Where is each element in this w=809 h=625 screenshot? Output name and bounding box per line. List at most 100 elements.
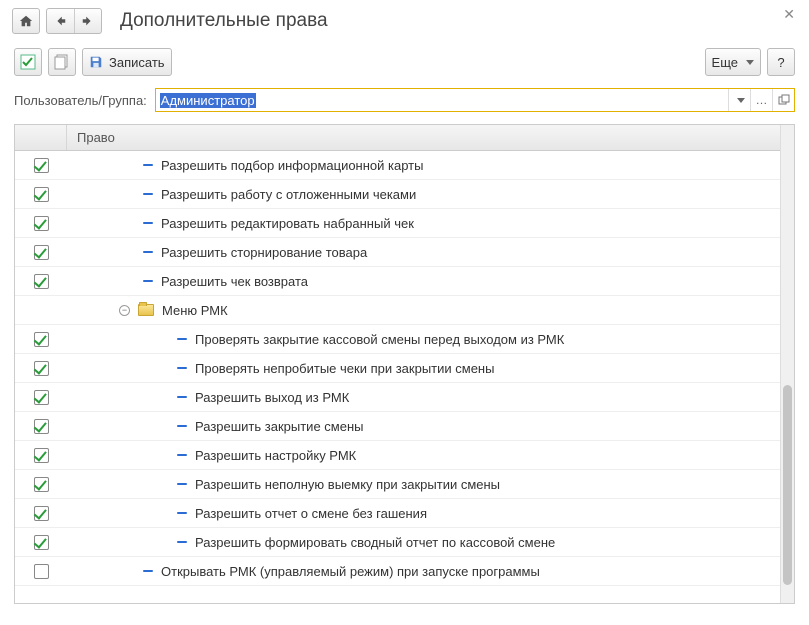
ellipsis-icon: … [756, 93, 768, 107]
home-icon [19, 14, 33, 28]
table-row[interactable]: Разрешить выход из РМК [15, 383, 780, 412]
back-button[interactable] [47, 9, 75, 33]
window-header: Дополнительные права ✕ [0, 0, 809, 44]
arrow-right-icon [81, 14, 95, 28]
right-label: Разрешить сторнирование товара [161, 245, 367, 260]
right-cell: Разрешить неполную выемку при закрытии с… [67, 477, 780, 492]
question-icon: ? [777, 55, 784, 70]
user-group-row: Пользователь/Группа: Администратор … [0, 80, 809, 120]
right-label: Разрешить закрытие смены [195, 419, 363, 434]
checkbox[interactable] [34, 419, 49, 434]
table-row[interactable]: Разрешить сторнирование товара [15, 238, 780, 267]
check-sheet-icon [20, 54, 36, 70]
right-cell: Проверять закрытие кассовой смены перед … [67, 332, 780, 347]
table-row[interactable]: Разрешить редактировать набранный чек [15, 209, 780, 238]
right-label: Разрешить формировать сводный отчет по к… [195, 535, 555, 550]
item-marker-icon [143, 222, 153, 224]
home-button[interactable] [12, 8, 40, 34]
checkbox[interactable] [34, 477, 49, 492]
table-row[interactable]: Разрешить неполную выемку при закрытии с… [15, 470, 780, 499]
table-row[interactable]: Разрешить формировать сводный отчет по к… [15, 528, 780, 557]
checkbox[interactable] [34, 245, 49, 260]
close-button[interactable]: ✕ [783, 6, 795, 23]
checkbox-cell [15, 274, 67, 289]
right-label: Проверять закрытие кассовой смены перед … [195, 332, 564, 347]
checkbox[interactable] [34, 361, 49, 376]
forward-button[interactable] [75, 9, 102, 33]
checkbox[interactable] [34, 564, 49, 579]
tree-collapse-icon[interactable]: − [119, 305, 130, 316]
item-marker-icon [143, 280, 153, 282]
checkbox[interactable] [34, 535, 49, 550]
item-marker-icon [177, 483, 187, 485]
table-row[interactable]: Проверять закрытие кассовой смены перед … [15, 325, 780, 354]
right-label: Разрешить выход из РМК [195, 390, 349, 405]
table-row[interactable]: Открывать РМК (управляемый режим) при за… [15, 557, 780, 586]
checkbox[interactable] [34, 448, 49, 463]
sheets-icon [54, 54, 70, 70]
rights-table: Право Разрешить подбор информационной ка… [14, 124, 795, 604]
table-row[interactable]: Проверять непробитые чеки при закрытии с… [15, 354, 780, 383]
item-marker-icon [177, 454, 187, 456]
checkbox[interactable] [34, 158, 49, 173]
help-button[interactable]: ? [767, 48, 795, 76]
checkbox-cell [15, 564, 67, 579]
user-group-input[interactable]: Администратор [156, 89, 728, 111]
checkbox[interactable] [34, 332, 49, 347]
item-marker-icon [143, 164, 153, 166]
scrollbar[interactable] [780, 125, 794, 603]
open-button[interactable] [772, 89, 794, 111]
table-row[interactable]: Разрешить работу с отложенными чеками [15, 180, 780, 209]
user-group-label: Пользователь/Группа: [14, 93, 147, 108]
checkbox-cell [15, 216, 67, 231]
select-button[interactable]: … [750, 89, 772, 111]
user-group-field[interactable]: Администратор … [155, 88, 795, 112]
item-marker-icon [177, 512, 187, 514]
floppy-icon [89, 55, 103, 69]
popout-icon [778, 94, 790, 106]
table-scroll[interactable]: Право Разрешить подбор информационной ка… [15, 125, 780, 603]
right-label: Разрешить подбор информационной карты [161, 158, 423, 173]
table-row[interactable]: −Меню РМК [15, 296, 780, 325]
more-label: Еще [712, 55, 738, 70]
save-button[interactable]: Записать [82, 48, 172, 76]
checkbox[interactable] [34, 274, 49, 289]
table-row[interactable]: Разрешить закрытие смены [15, 412, 780, 441]
column-right: Право [67, 130, 115, 145]
checkbox[interactable] [34, 216, 49, 231]
arrow-left-icon [53, 14, 67, 28]
checkbox-cell [15, 361, 67, 376]
checkbox-cell [15, 506, 67, 521]
table-row[interactable]: Разрешить чек возврата [15, 267, 780, 296]
user-group-value: Администратор [160, 93, 256, 108]
more-button[interactable]: Еще [705, 48, 761, 76]
table-row[interactable]: Разрешить отчет о смене без гашения [15, 499, 780, 528]
item-marker-icon [177, 367, 187, 369]
check-all-button[interactable] [14, 48, 42, 76]
folder-icon [138, 304, 154, 316]
right-label: Открывать РМК (управляемый режим) при за… [161, 564, 540, 579]
checkbox-cell [15, 448, 67, 463]
right-cell: −Меню РМК [67, 303, 780, 318]
page-title: Дополнительные права [120, 10, 328, 32]
chevron-down-icon [746, 60, 754, 65]
scrollbar-thumb[interactable] [783, 385, 792, 585]
right-cell: Разрешить подбор информационной карты [67, 158, 780, 173]
table-body: Разрешить подбор информационной карты Раз… [15, 151, 780, 586]
checkbox-cell [15, 535, 67, 550]
right-label: Разрешить работу с отложенными чеками [161, 187, 416, 202]
toolbar: Записать Еще ? [0, 44, 809, 80]
table-row[interactable]: Разрешить настройку РМК [15, 441, 780, 470]
right-cell: Разрешить выход из РМК [67, 390, 780, 405]
right-cell: Разрешить настройку РМК [67, 448, 780, 463]
uncheck-all-button[interactable] [48, 48, 76, 76]
table-row[interactable]: Разрешить подбор информационной карты [15, 151, 780, 180]
checkbox-cell [15, 245, 67, 260]
right-label: Разрешить редактировать набранный чек [161, 216, 414, 231]
checkbox[interactable] [34, 506, 49, 521]
checkbox[interactable] [34, 187, 49, 202]
right-cell: Разрешить сторнирование товара [67, 245, 780, 260]
dropdown-button[interactable] [728, 89, 750, 111]
item-marker-icon [177, 338, 187, 340]
checkbox[interactable] [34, 390, 49, 405]
